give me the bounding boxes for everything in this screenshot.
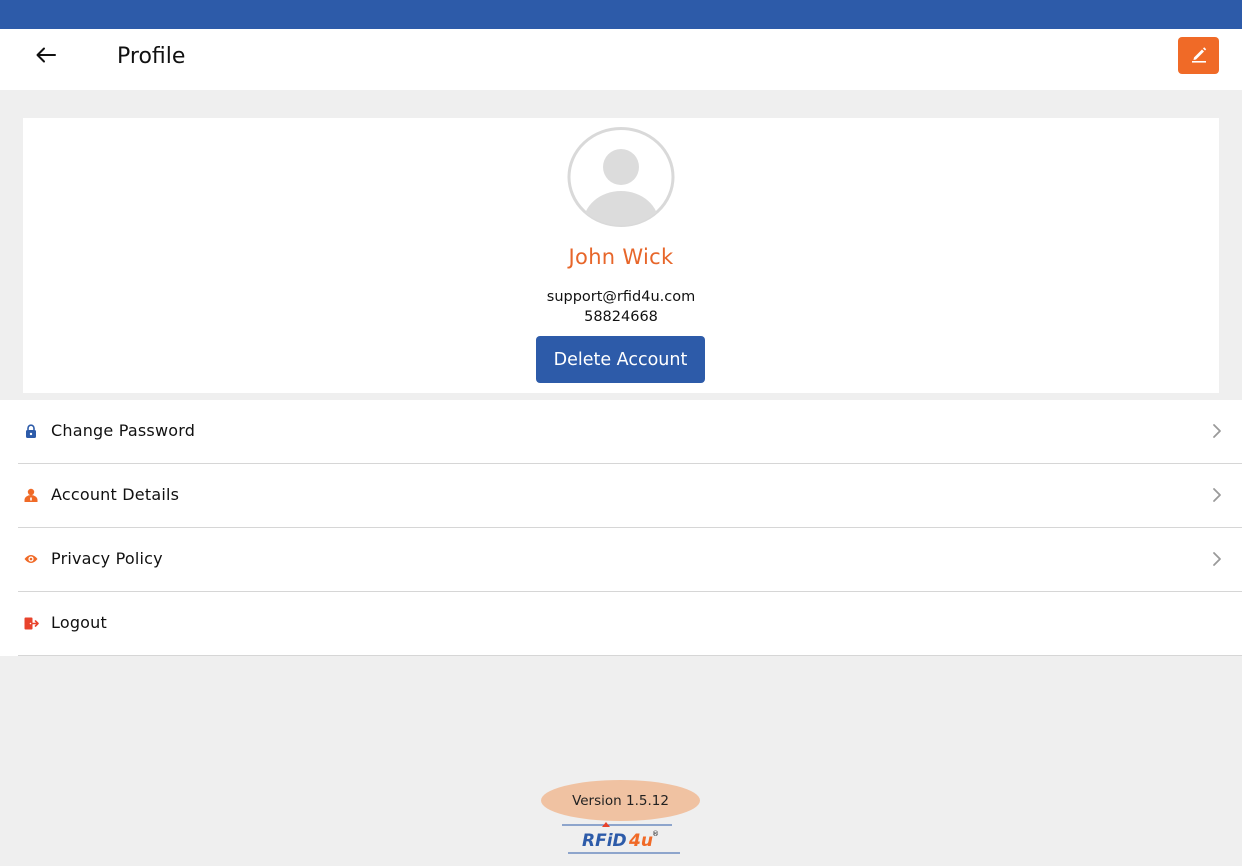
svg-text:®: ® xyxy=(652,830,659,838)
chevron-right-icon xyxy=(1209,486,1225,504)
chevron-right-icon xyxy=(1209,550,1225,568)
privacy-eye-icon xyxy=(23,551,39,567)
menu-item-label: Account Details xyxy=(51,485,180,504)
top-app-bar: Profile xyxy=(0,29,1242,90)
menu-item-label: Logout xyxy=(51,613,107,632)
svg-text:4u: 4u xyxy=(628,831,653,851)
avatar xyxy=(566,126,676,232)
menu-item-change-password[interactable]: Change Password xyxy=(18,400,1242,464)
back-button[interactable] xyxy=(30,42,62,72)
lock-icon xyxy=(23,423,39,439)
user-avatar-placeholder-icon xyxy=(566,126,676,232)
arrow-left-icon xyxy=(35,47,57,67)
user-icon xyxy=(23,487,39,503)
delete-account-button[interactable]: Delete Account xyxy=(536,336,705,383)
menu-item-account-details[interactable]: Account Details xyxy=(18,464,1242,528)
user-phone: 58824668 xyxy=(584,309,658,325)
logout-icon xyxy=(23,615,39,631)
status-bar xyxy=(0,0,1242,29)
edit-profile-button[interactable] xyxy=(1178,37,1219,74)
version-badge: Version 1.5.12 xyxy=(541,780,700,821)
menu-item-logout[interactable]: Logout xyxy=(18,592,1242,656)
pencil-icon xyxy=(1189,44,1209,68)
menu-item-label: Change Password xyxy=(51,421,196,440)
user-name: John Wick xyxy=(568,245,674,269)
profile-card: John Wick support@rfid4u.com 58824668 De… xyxy=(23,118,1219,393)
menu-item-label: Privacy Policy xyxy=(51,549,163,568)
page-title: Profile xyxy=(117,44,186,69)
chevron-right-icon xyxy=(1209,422,1225,440)
svg-text:RFiD: RFiD xyxy=(582,831,627,851)
menu-item-privacy-policy[interactable]: Privacy Policy xyxy=(18,528,1242,592)
profile-menu: Change Password Account Details Privacy … xyxy=(0,400,1242,656)
user-email: support@rfid4u.com xyxy=(546,289,696,305)
rfid4u-logo: RFiD 4u ® xyxy=(560,822,682,856)
